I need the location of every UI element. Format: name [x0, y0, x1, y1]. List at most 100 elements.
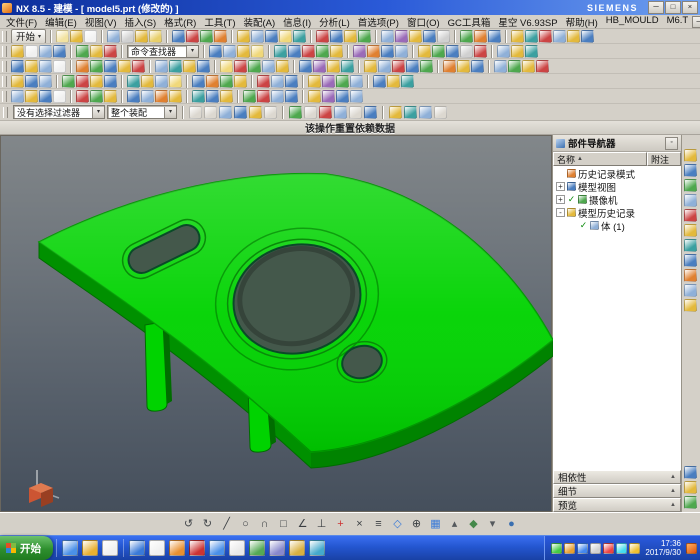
tool-icon[interactable]	[197, 60, 210, 73]
tool-icon[interactable]	[257, 90, 270, 103]
tree-item[interactable]: +模型视图	[553, 180, 681, 193]
tool-icon[interactable]	[104, 45, 117, 58]
tool-icon[interactable]	[271, 90, 284, 103]
menu-item-2[interactable]: 视图(V)	[81, 15, 121, 29]
tree-item[interactable]: 历史记录模式	[553, 167, 681, 180]
tool-icon[interactable]	[288, 45, 301, 58]
tool-icon[interactable]	[265, 30, 278, 43]
tool-icon[interactable]	[373, 75, 386, 88]
taskbar-app-icon[interactable]	[189, 540, 205, 556]
tool-icon[interactable]	[132, 60, 145, 73]
tool-icon[interactable]	[395, 30, 408, 43]
tool-icon[interactable]	[423, 30, 436, 43]
orientation-triad[interactable]	[29, 470, 59, 507]
tool-icon[interactable]	[155, 60, 168, 73]
tool-icon[interactable]	[497, 45, 510, 58]
tool-icon[interactable]	[316, 30, 329, 43]
tool-icon[interactable]	[186, 30, 199, 43]
tool-icon[interactable]	[353, 45, 366, 58]
menu-item-5[interactable]: 工具(T)	[200, 15, 239, 29]
tool-icon[interactable]	[381, 30, 394, 43]
resource-tab-icon[interactable]	[684, 239, 697, 252]
menu-item-10[interactable]: 窗口(O)	[403, 15, 444, 29]
tool-icon[interactable]	[25, 45, 38, 58]
tool-icon[interactable]	[419, 106, 432, 119]
toolbar-grip[interactable]	[2, 31, 7, 42]
tool-icon[interactable]	[234, 106, 247, 119]
tool-icon[interactable]	[437, 30, 450, 43]
tool-icon[interactable]	[494, 60, 507, 73]
tray-icon[interactable]	[603, 543, 614, 554]
tool-icon[interactable]	[525, 30, 538, 43]
tool-icon[interactable]	[76, 90, 89, 103]
tool-icon[interactable]	[155, 75, 168, 88]
tool-icon[interactable]	[234, 60, 247, 73]
model-leg[interactable]	[145, 322, 172, 411]
menu-item-12[interactable]: 星空 V6.93SP	[494, 15, 561, 29]
resource-tab-icon[interactable]	[684, 269, 697, 282]
tool-icon[interactable]	[25, 75, 38, 88]
tray-icon[interactable]	[577, 543, 588, 554]
tool-icon[interactable]	[536, 60, 549, 73]
tray-icon[interactable]	[629, 543, 640, 554]
taskbar-app-icon[interactable]	[249, 540, 265, 556]
tool-icon[interactable]	[200, 30, 213, 43]
check-icon[interactable]: ✓	[567, 194, 576, 205]
tool-icon[interactable]	[90, 45, 103, 58]
menu-item-7[interactable]: 信息(I)	[279, 15, 315, 29]
taskbar-app-icon[interactable]	[169, 540, 185, 556]
tool-icon[interactable]	[11, 60, 24, 73]
taskbar-app-icon[interactable]	[209, 540, 225, 556]
column-name[interactable]: 名称 ▲	[553, 152, 647, 166]
tool-icon[interactable]	[104, 60, 117, 73]
tool-icon[interactable]	[302, 45, 315, 58]
taskbar-app-icon[interactable]	[309, 540, 325, 556]
menu-item-8[interactable]: 分析(L)	[315, 15, 354, 29]
tool-icon[interactable]	[406, 60, 419, 73]
resource-tab-icon[interactable]	[684, 194, 697, 207]
tool-icon[interactable]	[316, 45, 329, 58]
menu-item-14[interactable]: HB_MOULD	[602, 15, 663, 29]
tool-icon[interactable]	[274, 45, 287, 58]
tool-icon[interactable]	[336, 90, 349, 103]
tool-icon[interactable]	[90, 90, 103, 103]
resource-tab-icon[interactable]	[684, 284, 697, 297]
tool-icon[interactable]	[155, 90, 168, 103]
tool-icon[interactable]	[220, 60, 233, 73]
toolbar-grip[interactable]	[2, 46, 7, 57]
section-细节[interactable]: 细节▲	[553, 484, 681, 498]
tool-icon[interactable]	[404, 106, 417, 119]
tool-icon[interactable]	[11, 45, 24, 58]
resource-tab-icon[interactable]	[684, 179, 697, 192]
column-note[interactable]: 附注	[647, 152, 681, 166]
tool-icon[interactable]	[308, 90, 321, 103]
resource-tab-icon[interactable]	[684, 466, 697, 479]
tool-icon[interactable]	[76, 75, 89, 88]
tool-icon[interactable]	[204, 106, 217, 119]
tool-icon[interactable]	[172, 30, 185, 43]
tool-icon[interactable]	[285, 90, 298, 103]
tool-icon[interactable]	[107, 30, 120, 43]
taskbar-app-icon[interactable]	[149, 540, 165, 556]
menu-item-13[interactable]: 帮助(H)	[562, 15, 602, 29]
tool-icon[interactable]	[169, 90, 182, 103]
menu-item-0[interactable]: 文件(F)	[2, 15, 41, 29]
graphics-viewport[interactable]	[0, 135, 552, 512]
menu-item-3[interactable]: 插入(S)	[120, 15, 160, 29]
tool-icon[interactable]	[25, 60, 38, 73]
tool-icon[interactable]	[237, 45, 250, 58]
tool-icon[interactable]	[392, 60, 405, 73]
taskbar-app-icon[interactable]	[289, 540, 305, 556]
resource-tab-icon[interactable]	[684, 254, 697, 267]
tool-icon[interactable]	[169, 60, 182, 73]
tray-icon[interactable]	[616, 543, 627, 554]
tool-icon[interactable]	[443, 60, 456, 73]
tool-icon[interactable]	[474, 30, 487, 43]
tree-expander-icon[interactable]: +	[556, 182, 565, 191]
tool-icon[interactable]	[409, 30, 422, 43]
toolbar-grip[interactable]	[2, 61, 7, 72]
tool-icon[interactable]	[488, 30, 501, 43]
tool-icon[interactable]	[183, 60, 196, 73]
command-finder-box[interactable]: 命令查找器▾	[127, 45, 199, 58]
tool-icon[interactable]	[299, 60, 312, 73]
